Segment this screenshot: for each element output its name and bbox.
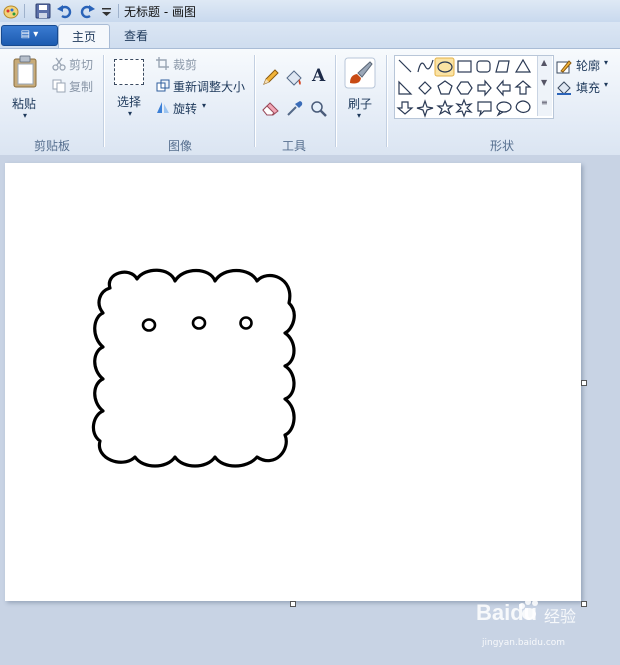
select-label: 选择 <box>117 95 142 109</box>
title-bar: 无标题 - 画图 <box>0 0 620 23</box>
redo-icon[interactable] <box>78 2 96 20</box>
group-divider <box>254 55 255 147</box>
outline-button[interactable]: 轮廓 <box>576 57 600 74</box>
group-divider <box>335 55 336 147</box>
separator <box>24 4 25 18</box>
separator <box>118 4 119 18</box>
shapes-scrollbar[interactable]: ▲ ▼ ≡ <box>537 56 552 116</box>
text-tool-icon: A <box>312 66 326 86</box>
file-menu-button[interactable]: ▤ ▾ <box>1 25 58 46</box>
copy-button[interactable]: 复制 <box>69 78 93 95</box>
save-icon[interactable] <box>34 2 52 20</box>
cut-button[interactable]: 剪切 <box>69 56 93 73</box>
paw-icon <box>519 599 538 620</box>
paste-label: 粘贴 <box>12 97 37 111</box>
watermark-suffix: 经验 <box>544 607 577 626</box>
resize-button[interactable]: 重新调整大小 <box>173 78 245 95</box>
fill-icon <box>557 81 571 95</box>
paste-icon <box>13 55 37 88</box>
copy-icon <box>52 79 66 93</box>
ribbon-tab-row: ▤ ▾ 主页 查看 <box>0 22 620 49</box>
eyedropper-icon <box>287 101 303 116</box>
chevron-down-icon: ▾ <box>128 109 133 118</box>
biscuit-drawing <box>91 268 296 468</box>
chevron-down-icon: ▾ <box>357 111 362 120</box>
outline-icon <box>556 60 572 74</box>
undo-icon[interactable] <box>56 2 74 20</box>
customize-toolbar-icon[interactable] <box>98 2 116 20</box>
paint-app-icon[interactable] <box>2 2 20 20</box>
text-tool[interactable]: A <box>307 66 330 89</box>
chevron-down-icon: ▾ <box>202 101 207 110</box>
image-group-label: 图像 <box>167 139 192 153</box>
drawing-canvas[interactable] <box>5 163 581 601</box>
resize-handle-corner[interactable] <box>581 601 587 607</box>
fill-button[interactable]: 填充 <box>576 79 600 96</box>
clipboard-group-label: 剪贴板 <box>33 139 70 153</box>
magnifier-tool[interactable] <box>307 97 330 120</box>
crop-icon <box>156 57 169 70</box>
expand-gallery-icon[interactable]: ≡ <box>541 98 548 107</box>
scissors-icon <box>52 57 66 71</box>
selection-rect-icon <box>114 59 144 85</box>
shapes-group-label: 形状 <box>489 139 514 153</box>
resize-icon <box>156 79 170 92</box>
eraser-icon <box>262 102 279 116</box>
fill-tool[interactable] <box>283 66 306 89</box>
color-picker-tool[interactable] <box>283 97 306 120</box>
chevron-down-icon: ▾ <box>604 58 609 67</box>
tools-group-label: 工具 <box>281 139 306 153</box>
brushes-label: 刷子 <box>348 97 373 111</box>
group-divider <box>103 55 104 147</box>
rotate-button[interactable]: 旋转 <box>173 100 197 117</box>
rotate-icon <box>157 102 169 113</box>
tab-view[interactable]: 查看 <box>112 24 160 48</box>
chevron-down-icon: ▾ <box>604 80 609 89</box>
ribbon: 粘贴 ▾ 剪切 复制 剪贴板 选择 ▾ 裁剪 重新调整大小 旋转 ▾ 图像 A … <box>0 48 620 156</box>
window-title: 无标题 - 画图 <box>124 5 196 19</box>
tab-home[interactable]: 主页 <box>58 24 110 49</box>
select-button[interactable]: 选择 ▾ <box>111 55 149 127</box>
resize-handle-bottom[interactable] <box>290 601 296 607</box>
scroll-down-icon[interactable]: ▼ <box>541 78 547 87</box>
pencil-icon <box>263 69 279 85</box>
shapes-gallery <box>394 55 554 119</box>
shapes-gallery-grid <box>396 57 532 118</box>
scroll-up-icon[interactable]: ▲ <box>541 58 547 67</box>
crop-button[interactable]: 裁剪 <box>173 56 197 73</box>
group-divider <box>386 55 387 147</box>
resize-handle-right[interactable] <box>581 380 587 386</box>
paint-bucket-icon <box>286 70 302 86</box>
paste-button[interactable]: 粘贴 ▾ <box>6 53 44 125</box>
brush-icon <box>344 57 376 89</box>
chevron-down-icon: ▾ <box>23 111 28 120</box>
magnifier-icon <box>311 101 327 117</box>
eraser-tool[interactable] <box>259 97 282 120</box>
workspace <box>0 155 620 665</box>
brushes-button[interactable]: 刷子 ▾ <box>342 55 378 131</box>
pencil-tool[interactable] <box>259 66 282 89</box>
watermark-url: jingyan.baidu.com <box>482 638 566 648</box>
